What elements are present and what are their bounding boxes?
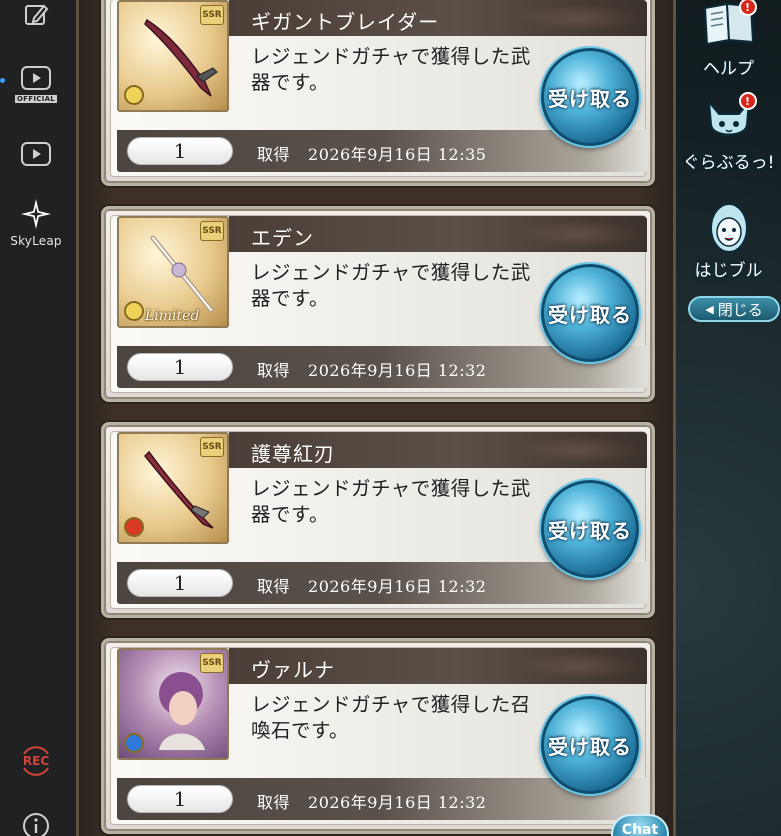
play-icon <box>20 64 52 92</box>
app-root: OFFICIAL SkyLeap REC ギガントブレイダー SSR レジェンド… <box>0 0 781 836</box>
quantity-pill: 1 <box>127 785 233 813</box>
skyleap-logo-icon <box>20 198 52 230</box>
obtained-label: 取得 <box>257 145 291 164</box>
list-item: エデン SSR Limited レジェンドガチャで獲得した武器です。 1 取得 2… <box>101 206 655 402</box>
rarity-badge: SSR <box>200 653 224 673</box>
book-icon: ! <box>699 0 759 52</box>
right-menu: ! ヘルプ ! ぐらぶるっ! はじブル ◀ 閉じる <box>676 0 781 836</box>
info-icon <box>20 812 52 836</box>
item-name: ギガントブレイダー <box>251 10 440 34</box>
timestamp: 2026年9月16日 12:35 <box>308 145 487 164</box>
quantity-pill: 1 <box>127 569 233 597</box>
close-menu-button[interactable]: ◀ 閉じる <box>688 296 780 322</box>
light-element-icon <box>124 301 144 321</box>
play-icon <box>20 140 52 168</box>
video-button[interactable] <box>0 140 72 168</box>
staff-icon <box>150 235 214 313</box>
item-description: レジェンドガチャで獲得した召喚石です。 <box>251 693 531 742</box>
rarity-badge: SSR <box>200 437 224 457</box>
obtained-info: 取得 2026年9月16日 12:32 <box>257 357 486 381</box>
chat-button[interactable]: Chat <box>611 814 669 836</box>
item-thumbnail[interactable]: SSR Limited <box>117 216 229 328</box>
record-button[interactable]: REC <box>0 746 72 776</box>
skyleap-button[interactable]: SkyLeap <box>0 198 72 248</box>
svg-text:REC: REC <box>23 754 49 768</box>
help-button[interactable]: ! ヘルプ <box>676 0 781 79</box>
item-name: ヴァルナ <box>251 658 335 682</box>
list-item: 護尊紅刃 SSR レジェンドガチャで獲得した武器です。 1 取得 2026年9月1… <box>101 422 655 618</box>
card-body: ギガントブレイダー SSR レジェンドガチャで獲得した武器です。 1 取得 202… <box>110 0 647 177</box>
limited-tag: Limited <box>145 308 200 324</box>
fire-element-icon <box>124 517 144 537</box>
summon-portrait-icon <box>159 672 205 750</box>
receive-button[interactable]: 受け取る <box>541 48 639 146</box>
cat-mascot-icon: ! <box>699 92 759 146</box>
obtained-label: 取得 <box>257 361 291 380</box>
guraburu-label: ぐらぶるっ! <box>682 153 775 173</box>
character-face-icon <box>699 198 759 254</box>
official-video-button[interactable]: OFFICIAL <box>0 64 72 103</box>
list-item: ギガントブレイダー SSR レジェンドガチャで獲得した武器です。 1 取得 202… <box>101 0 655 186</box>
card-body: ヴァルナ SSR レジェンドガチャで獲得した召喚石です。 1 取得 2026年9月… <box>110 647 647 825</box>
timestamp: 2026年9月16日 12:32 <box>308 361 487 380</box>
receive-button[interactable]: 受け取る <box>541 480 639 578</box>
help-label: ヘルプ <box>703 59 754 79</box>
rarity-badge: SSR <box>200 221 224 241</box>
hajiburu-label: はじブル <box>694 261 763 281</box>
present-box-list: ギガントブレイダー SSR レジェンドガチャで獲得した武器です。 1 取得 202… <box>76 0 676 836</box>
close-label: 閉じる <box>717 300 763 319</box>
light-element-icon <box>124 85 144 105</box>
game-frame: ギガントブレイダー SSR レジェンドガチャで獲得した武器です。 1 取得 202… <box>76 0 781 836</box>
timestamp: 2026年9月16日 12:32 <box>308 793 487 812</box>
card-body: 護尊紅刃 SSR レジェンドガチャで獲得した武器です。 1 取得 2026年9月1… <box>110 431 647 609</box>
pencil-icon <box>20 0 52 28</box>
quantity-pill: 1 <box>127 137 233 165</box>
list-item: ヴァルナ SSR レジェンドガチャで獲得した召喚石です。 1 取得 2026年9月… <box>101 638 655 834</box>
item-name: エデン <box>251 226 314 250</box>
card-body: エデン SSR Limited レジェンドガチャで獲得した武器です。 1 取得 2… <box>110 215 647 393</box>
item-thumbnail[interactable]: SSR <box>117 432 229 544</box>
katana-icon <box>143 450 214 529</box>
item-description: レジェンドガチャで獲得した武器です。 <box>251 477 531 526</box>
notification-badge: ! <box>738 92 757 110</box>
timestamp: 2026年9月16日 12:32 <box>308 577 487 596</box>
receive-button[interactable]: 受け取る <box>541 696 639 794</box>
skyleap-label: SkyLeap <box>10 234 62 248</box>
item-description: レジェンドガチャで獲得した武器です。 <box>251 45 531 94</box>
guraburu-button[interactable]: ! ぐらぶるっ! <box>676 92 781 173</box>
edit-button[interactable] <box>0 0 72 28</box>
item-description: レジェンドガチャで獲得した武器です。 <box>251 261 531 310</box>
item-thumbnail[interactable]: SSR <box>117 648 229 760</box>
water-element-icon <box>124 733 144 753</box>
hajiburu-button[interactable]: はじブル <box>676 198 781 281</box>
receive-button[interactable]: 受け取る <box>541 264 639 362</box>
item-thumbnail[interactable]: SSR <box>117 0 229 112</box>
official-tag: OFFICIAL <box>14 95 58 103</box>
notification-badge: ! <box>738 0 757 16</box>
sword-icon <box>144 18 218 97</box>
obtained-info: 取得 2026年9月16日 12:32 <box>257 573 486 597</box>
triangle-left-icon: ◀ <box>705 302 714 316</box>
item-name: 護尊紅刃 <box>251 442 335 466</box>
obtained-label: 取得 <box>257 577 291 596</box>
record-icon: REC <box>16 746 56 776</box>
quantity-pill: 1 <box>127 353 233 381</box>
obtained-info: 取得 2026年9月16日 12:32 <box>257 789 486 813</box>
rarity-badge: SSR <box>200 5 224 25</box>
obtained-label: 取得 <box>257 793 291 812</box>
obtained-info: 取得 2026年9月16日 12:35 <box>257 141 486 165</box>
launcher-sidebar: OFFICIAL SkyLeap REC <box>0 0 76 836</box>
info-button[interactable] <box>0 812 72 836</box>
